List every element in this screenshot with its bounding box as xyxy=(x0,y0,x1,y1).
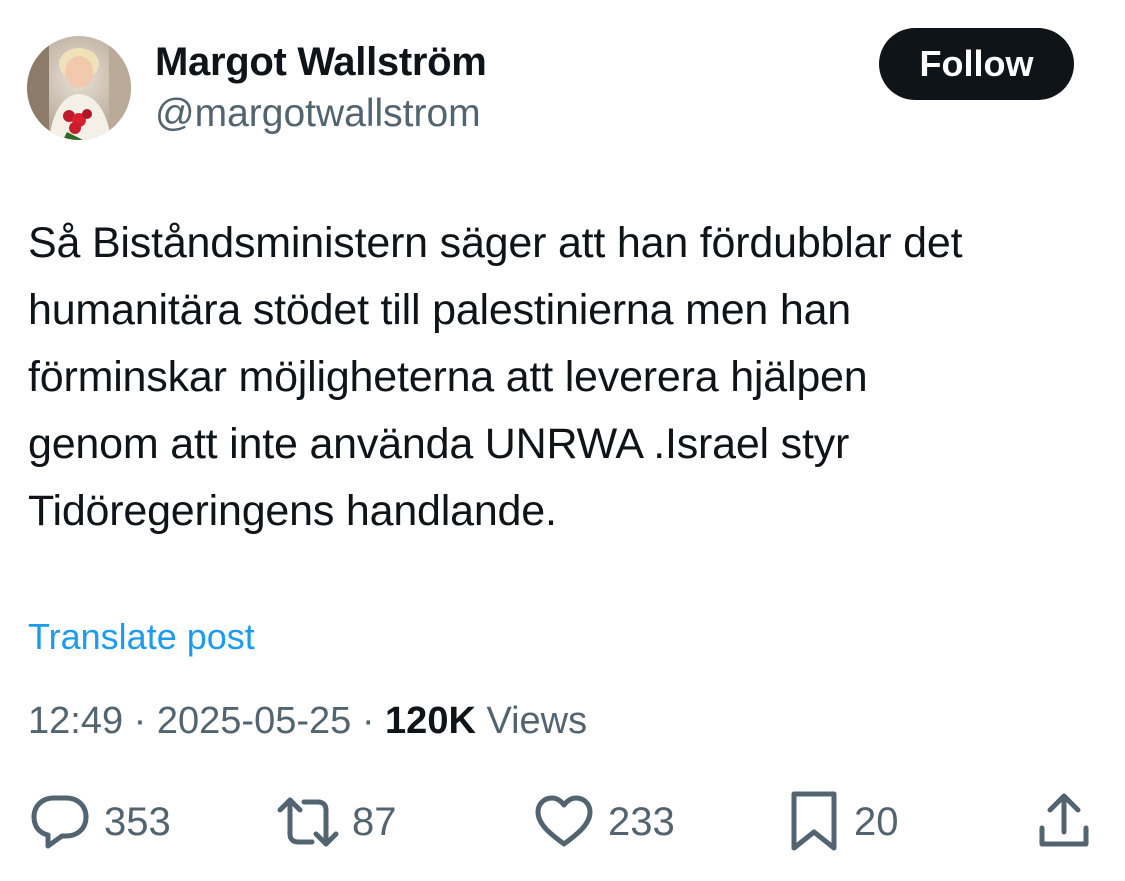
follow-button[interactable]: Follow xyxy=(879,28,1074,100)
views-label: Views xyxy=(475,700,588,742)
translate-post-link[interactable]: Translate post xyxy=(28,616,255,658)
tweet-meta: 12:49 · 2025-05-25 · 120K Views xyxy=(28,700,587,743)
repost-count: 87 xyxy=(352,799,397,844)
bookmark-count: 20 xyxy=(854,799,899,844)
display-name[interactable]: Margot Wallström xyxy=(155,40,487,85)
tweet-line: Så Biståndsministern säger att han fördu… xyxy=(28,219,963,267)
meta-separator: · xyxy=(351,700,386,742)
user-handle[interactable]: @margotwallstrom xyxy=(155,92,481,136)
reply-button[interactable]: 353 xyxy=(28,790,171,854)
tweet-line: förminskar möjligheterna att leverera hj… xyxy=(28,353,868,401)
repost-arrows-icon xyxy=(276,792,340,852)
post-time[interactable]: 12:49 xyxy=(28,700,123,742)
views-count: 120K xyxy=(385,700,476,742)
like-count: 233 xyxy=(608,799,675,844)
tweet-line: Tidöregeringens handlande. xyxy=(28,487,557,535)
meta-separator: · xyxy=(123,700,157,742)
heart-icon xyxy=(532,792,596,852)
like-button[interactable]: 233 xyxy=(532,790,675,854)
share-button[interactable] xyxy=(1036,790,1092,854)
tweet-text: Så Biståndsministern säger att han fördu… xyxy=(28,210,1108,545)
bookmark-icon xyxy=(786,790,842,854)
bookmark-button[interactable]: 20 xyxy=(786,790,899,854)
reply-bubble-icon xyxy=(28,792,92,852)
tweet-line: genom att inte använda UNRWA .Israel sty… xyxy=(28,420,850,468)
post-date[interactable]: 2025-05-25 xyxy=(157,700,351,742)
avatar-photo xyxy=(27,36,131,140)
tweet-line: humanitära stödet till palestinierna men… xyxy=(28,286,852,334)
repost-button[interactable]: 87 xyxy=(276,790,397,854)
avatar[interactable] xyxy=(27,36,131,140)
reply-count: 353 xyxy=(104,799,171,844)
share-upload-icon xyxy=(1036,792,1092,852)
